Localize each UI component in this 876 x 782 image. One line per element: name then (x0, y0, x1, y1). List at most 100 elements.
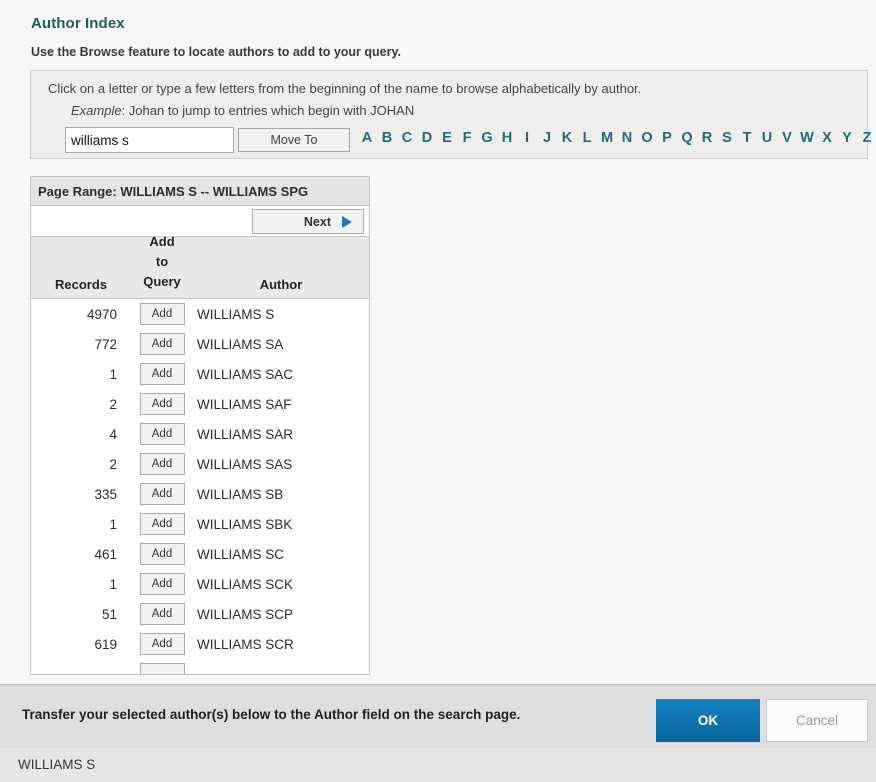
column-header-add-to-query: Add to Query (131, 234, 193, 298)
add-to-query-button[interactable]: Add (139, 573, 185, 595)
table-column-headers: Records Add to Query Author (31, 234, 369, 299)
records-count: 335 (94, 486, 117, 502)
alpha-link-d[interactable]: D (417, 130, 437, 146)
records-count: 1 (109, 366, 117, 382)
author-name: WILLIAMS SB (197, 486, 284, 502)
records-count: 772 (94, 336, 117, 352)
add-to-query-button[interactable]: Add (139, 483, 185, 505)
add-to-query-button[interactable] (139, 663, 185, 674)
author-rows: 4970 Add WILLIAMS S 772 Add WILLIAMS SA … (31, 299, 369, 674)
table-row: 1 Add WILLIAMS SAC (31, 359, 369, 389)
next-page-button[interactable]: Next (252, 209, 364, 234)
add-to-query-button[interactable]: Add (139, 333, 185, 355)
add-to-query-button[interactable]: Add (139, 603, 185, 625)
column-header-add-line2: to (155, 254, 169, 269)
author-name: WILLIAMS SBK (197, 516, 293, 532)
alpha-link-b[interactable]: B (377, 130, 397, 146)
alpha-link-p[interactable]: P (657, 130, 677, 146)
alpha-link-l[interactable]: L (577, 130, 597, 146)
selected-authors-text: WILLIAMS S (18, 757, 96, 772)
alpha-link-g[interactable]: G (477, 130, 497, 146)
table-row: 772 Add WILLIAMS SA (31, 329, 369, 359)
author-name: WILLIAMS SA (197, 336, 284, 352)
alpha-link-i[interactable]: I (517, 130, 537, 146)
add-cell: Add (131, 633, 193, 655)
triangle-right-icon (342, 215, 352, 228)
alpha-link-a[interactable]: A (357, 130, 377, 146)
add-cell: Add (131, 423, 193, 445)
browse-instruction-text: Click on a letter or type a few letters … (48, 81, 642, 96)
alpha-link-u[interactable]: U (757, 130, 777, 146)
column-header-author: Author (259, 277, 303, 292)
alpha-link-s[interactable]: S (717, 130, 737, 146)
author-name: WILLIAMS SAC (197, 366, 294, 382)
table-row: 2 Add WILLIAMS SAS (31, 449, 369, 479)
alpha-link-m[interactable]: M (597, 130, 617, 146)
table-row-partial (31, 659, 369, 674)
add-cell: Add (131, 543, 193, 565)
alpha-link-w[interactable]: W (797, 130, 817, 146)
author-name: WILLIAMS SCK (197, 576, 294, 592)
cancel-button[interactable]: Cancel (766, 699, 868, 742)
add-cell: Add (131, 453, 193, 475)
add-to-query-button[interactable]: Add (139, 363, 185, 385)
add-to-query-button[interactable]: Add (139, 423, 185, 445)
browse-search-input[interactable] (65, 127, 234, 153)
add-to-query-button[interactable]: Add (139, 453, 185, 475)
records-count: 51 (101, 606, 117, 622)
alpha-link-t[interactable]: T (737, 130, 757, 146)
add-cell: Add (131, 513, 193, 535)
table-row: 4970 Add WILLIAMS S (31, 299, 369, 329)
records-count: 461 (94, 546, 117, 562)
add-cell (131, 663, 193, 674)
add-cell: Add (131, 333, 193, 355)
alpha-link-n[interactable]: N (617, 130, 637, 146)
alpha-link-z[interactable]: Z (857, 130, 876, 146)
records-count: 4 (109, 426, 117, 442)
alpha-link-y[interactable]: Y (837, 130, 857, 146)
alpha-link-k[interactable]: K (557, 130, 577, 146)
add-to-query-button[interactable]: Add (139, 303, 185, 325)
add-cell: Add (131, 603, 193, 625)
alpha-link-f[interactable]: F (457, 130, 477, 146)
alphabet-links: A B C D E F G H I J K L M N O P Q R S T … (357, 130, 876, 146)
records-count: 2 (109, 456, 117, 472)
add-cell: Add (131, 393, 193, 415)
table-row: 1 Add WILLIAMS SBK (31, 509, 369, 539)
add-to-query-button[interactable]: Add (139, 633, 185, 655)
author-name: WILLIAMS SC (197, 546, 285, 562)
alpha-link-e[interactable]: E (437, 130, 457, 146)
table-row: 461 Add WILLIAMS SC (31, 539, 369, 569)
records-count: 4970 (86, 306, 117, 322)
table-row: 4 Add WILLIAMS SAR (31, 419, 369, 449)
alpha-link-c[interactable]: C (397, 130, 417, 146)
alpha-link-x[interactable]: X (817, 130, 837, 146)
browse-example-text: : Johan to jump to entries which begin w… (121, 103, 415, 118)
table-row: 51 Add WILLIAMS SCP (31, 599, 369, 629)
browse-example-line: Example: Johan to jump to entries which … (71, 103, 414, 118)
records-count: 1 (109, 576, 117, 592)
alpha-link-r[interactable]: R (697, 130, 717, 146)
alpha-link-j[interactable]: J (537, 130, 557, 146)
alpha-link-o[interactable]: O (637, 130, 657, 146)
table-row: 2 Add WILLIAMS SAF (31, 389, 369, 419)
author-name: WILLIAMS SCP (197, 606, 294, 622)
author-name: WILLIAMS SAF (197, 396, 292, 412)
alpha-link-q[interactable]: Q (677, 130, 697, 146)
add-to-query-button[interactable]: Add (139, 513, 185, 535)
add-cell: Add (131, 363, 193, 385)
page-title: Author Index (31, 15, 125, 32)
pagination-row: Next (31, 206, 369, 237)
author-name: WILLIAMS SAS (197, 456, 293, 472)
add-to-query-button[interactable]: Add (139, 543, 185, 565)
transfer-message: Transfer your selected author(s) below t… (22, 707, 521, 722)
add-to-query-button[interactable]: Add (139, 393, 185, 415)
alpha-link-v[interactable]: V (777, 130, 797, 146)
table-row: 1 Add WILLIAMS SCK (31, 569, 369, 599)
records-count: 1 (109, 516, 117, 532)
records-count: 619 (94, 636, 117, 652)
column-header-add-line3: Query (143, 274, 181, 289)
ok-button[interactable]: OK (656, 699, 760, 742)
alpha-link-h[interactable]: H (497, 130, 517, 146)
move-to-button[interactable]: Move To (238, 128, 350, 152)
